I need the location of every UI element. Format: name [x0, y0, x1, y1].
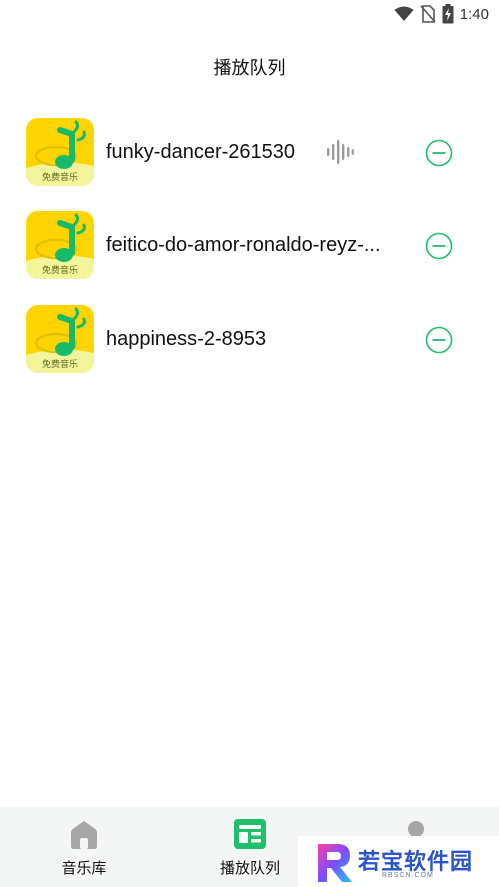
nav-label: 播放队列	[219, 859, 280, 877]
queue-item[interactable]: 免费音乐 feitico-do-amor-ronaldo-reyz-...	[0, 211, 499, 279]
watermark: 若宝软件园 RBSCN.COM	[298, 836, 499, 887]
song-title: funky-dancer-261530	[106, 141, 296, 163]
battery-charging-icon	[442, 4, 454, 24]
nav-item-play-queue[interactable]: 播放队列	[190, 807, 310, 887]
album-cover: 免费音乐	[26, 305, 94, 373]
song-title: happiness-2-8953	[106, 328, 267, 350]
nav-label: 音乐库	[61, 859, 107, 877]
wifi-icon	[394, 6, 414, 21]
queue-icon	[234, 819, 266, 849]
cover-label: 免费音乐	[41, 360, 78, 370]
cover-label: 免费音乐	[41, 173, 78, 183]
queue-item[interactable]: 免费音乐 happiness-2-8953	[0, 305, 499, 373]
watermark-logo-icon	[318, 844, 352, 882]
nav-item-music-library[interactable]: 音乐库	[24, 807, 144, 887]
cover-label: 免费音乐	[41, 266, 78, 276]
remove-icon[interactable]	[425, 326, 453, 354]
no-sim-icon	[420, 5, 436, 23]
status-time: 1:40	[459, 5, 489, 23]
queue-item[interactable]: 免费音乐 funky-dancer-261530	[0, 118, 499, 186]
status-bar: 1:40	[0, 0, 499, 28]
watermark-subtext: RBSCN.COM	[382, 872, 434, 879]
page-title: 播放队列	[213, 58, 286, 79]
status-icons: 1:40	[394, 4, 489, 24]
album-cover: 免费音乐	[26, 211, 94, 279]
album-cover: 免费音乐	[26, 118, 94, 186]
remove-icon[interactable]	[425, 232, 453, 260]
song-title: feitico-do-amor-ronaldo-reyz-...	[106, 234, 381, 256]
home-icon	[71, 821, 97, 849]
remove-icon[interactable]	[425, 139, 453, 167]
now-playing-wave-icon	[327, 140, 354, 164]
